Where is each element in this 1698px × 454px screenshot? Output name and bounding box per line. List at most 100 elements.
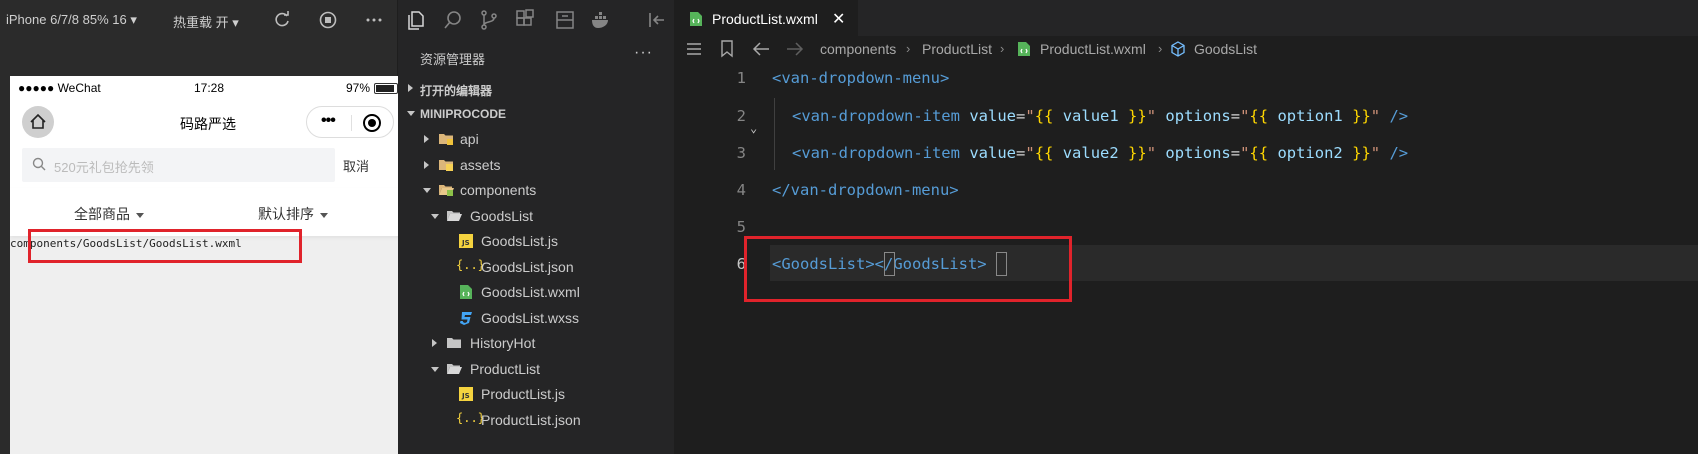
- code-token: value1: [1062, 107, 1119, 125]
- home-button[interactable]: [22, 106, 54, 138]
- tree-item-goodslist-wxss[interactable]: GoodsList.wxss: [398, 306, 674, 331]
- editor-tabbar: ProductList.wxml ✕: [674, 0, 1698, 36]
- search-icon[interactable]: [442, 9, 464, 31]
- line-number: 3: [736, 144, 746, 162]
- js-file-icon: JS: [459, 234, 473, 248]
- search-icon: [32, 157, 46, 171]
- capsule-close-icon[interactable]: [363, 114, 381, 132]
- tree-item-goodslist[interactable]: GoodsList: [398, 204, 674, 229]
- breadcrumb-element[interactable]: GoodsList: [1194, 41, 1257, 57]
- search-input[interactable]: 520元礼包抢先领: [22, 148, 335, 182]
- tree-item-goodslist-wxml[interactable]: GoodsList.wxml: [398, 280, 674, 305]
- code-token: <van-dropdown-item: [792, 144, 960, 162]
- tree-item-historyhot[interactable]: HistoryHot: [398, 331, 674, 356]
- chevron-right-icon: ›: [1000, 41, 1005, 56]
- list-icon[interactable]: [686, 42, 702, 56]
- dropdown-default-sort[interactable]: 默认排序: [258, 204, 328, 224]
- code-token: />: [1389, 144, 1409, 162]
- project-section[interactable]: MINIPROCODE: [398, 101, 674, 126]
- capsule-more-icon[interactable]: •••: [321, 112, 336, 130]
- explorer-title: 资源管理器: [420, 52, 486, 67]
- explorer-more-icon[interactable]: ···: [634, 44, 653, 62]
- code-token: value: [969, 107, 1016, 125]
- refresh-icon[interactable]: [272, 10, 292, 30]
- battery-icon: [374, 83, 398, 94]
- breadcrumb: components › ProductList › ProductList.w…: [674, 36, 1698, 62]
- capsule-divider: [351, 115, 352, 131]
- arrow-right-icon[interactable]: [786, 41, 804, 57]
- chevron-right-icon: [432, 339, 437, 347]
- code-line-3: <van-dropdown-item value="{{ value2 }}" …: [792, 144, 1409, 162]
- tree-item-label: GoodsList: [470, 208, 534, 224]
- tree-item-productlist-js[interactable]: JS ProductList.js: [398, 382, 674, 407]
- dropdown-all-goods[interactable]: 全部商品: [74, 204, 144, 224]
- line-number: 6: [736, 255, 746, 273]
- device-select[interactable]: iPhone 6/7/8 85% 16 ▾: [6, 12, 137, 28]
- extensions-icon[interactable]: [514, 9, 536, 31]
- chevron-down-icon: [407, 111, 415, 116]
- arrow-left-icon[interactable]: [752, 41, 770, 57]
- tree-item-label: HistoryHot: [470, 335, 536, 351]
- more-icon[interactable]: [364, 10, 384, 30]
- fold-chevron-icon[interactable]: ⌄: [750, 121, 757, 135]
- chevron-right-icon: [424, 135, 429, 143]
- tree-item-productlist[interactable]: ProductList: [398, 357, 674, 382]
- tree-item-label: ProductList.js: [481, 386, 566, 402]
- tree-item-label: GoodsList.wxml: [481, 284, 580, 300]
- chevron-right-icon: ›: [1158, 41, 1163, 56]
- folder-open-icon: [439, 185, 454, 196]
- tree-item-api[interactable]: api: [398, 127, 674, 152]
- folder-open-icon: [447, 364, 462, 374]
- tree-item-components[interactable]: components: [398, 178, 674, 203]
- highlight-box-simulator: [28, 229, 302, 263]
- code-token: option1: [1277, 107, 1343, 125]
- chevron-down-icon: [431, 367, 439, 372]
- code-token: value2: [1062, 144, 1119, 162]
- tab-productlist-wxml[interactable]: ProductList.wxml ✕: [674, 0, 858, 36]
- line-number: 2: [736, 107, 746, 125]
- stop-icon[interactable]: [318, 10, 338, 30]
- editor-pane: ProductList.wxml ✕ components › ProductL…: [674, 0, 1698, 454]
- caret-down-icon: [136, 212, 144, 218]
- search-cancel-button[interactable]: 取消: [343, 156, 369, 175]
- folder-icon: [439, 134, 453, 145]
- collapse-panel-icon[interactable]: [646, 9, 668, 31]
- caret-down-icon: [320, 212, 328, 218]
- tree-item-goodslist-js[interactable]: JS GoodsList.js: [398, 229, 674, 254]
- json-file-icon: {..}: [456, 258, 485, 272]
- wxml-file-icon: [460, 285, 472, 299]
- breadcrumb-components[interactable]: components: [820, 41, 896, 57]
- open-editors-section[interactable]: 打开的编辑器: [398, 76, 674, 101]
- capsule-menu[interactable]: •••: [306, 106, 394, 138]
- code-token: <van-dropdown-menu>: [772, 69, 950, 87]
- code-token: />: [1389, 107, 1409, 125]
- files-icon[interactable]: [406, 9, 428, 31]
- dropdown-all-goods-label: 全部商品: [74, 206, 130, 222]
- chevron-down-icon: [423, 188, 431, 193]
- home-icon: [30, 113, 46, 129]
- docker-icon[interactable]: [590, 9, 612, 31]
- storage-icon[interactable]: [554, 9, 576, 31]
- source-control-icon[interactable]: [478, 9, 500, 31]
- dropdown-default-sort-label: 默认排序: [258, 206, 314, 222]
- simulator-pane: iPhone 6/7/8 85% 16 ▾ 热重载 开 ▾ ●●●●● WeCh…: [0, 0, 410, 454]
- breadcrumb-productlist[interactable]: ProductList: [922, 41, 992, 57]
- code-token: options: [1165, 144, 1231, 162]
- hot-reload-toggle[interactable]: 热重载 开 ▾: [173, 12, 239, 31]
- tree-item-label: components: [460, 182, 537, 198]
- phone-screen: ●●●●● WeChat 17:28 97% 码路严选 ••• 520元礼包抢先…: [10, 76, 410, 454]
- breadcrumb-file[interactable]: ProductList.wxml: [1040, 41, 1146, 57]
- chevron-right-icon: [424, 161, 429, 169]
- chevron-right-icon: ›: [906, 41, 911, 56]
- devtools-window: iPhone 6/7/8 85% 16 ▾ 热重载 开 ▾ ●●●●● WeCh…: [0, 0, 1698, 454]
- js-file-icon: JS: [459, 387, 473, 401]
- indent-guide: [774, 98, 775, 170]
- open-editors-label: 打开的编辑器: [420, 84, 493, 98]
- bookmark-icon[interactable]: [720, 40, 734, 58]
- tab-label: ProductList.wxml: [712, 11, 818, 27]
- close-icon[interactable]: ✕: [832, 9, 845, 29]
- battery-percent: 97%: [346, 81, 371, 95]
- tree-item-productlist-json[interactable]: {..} ProductList.json: [398, 408, 674, 433]
- tree-item-goodslist-json[interactable]: {..} GoodsList.json: [398, 255, 674, 280]
- tree-item-assets[interactable]: assets: [398, 153, 674, 178]
